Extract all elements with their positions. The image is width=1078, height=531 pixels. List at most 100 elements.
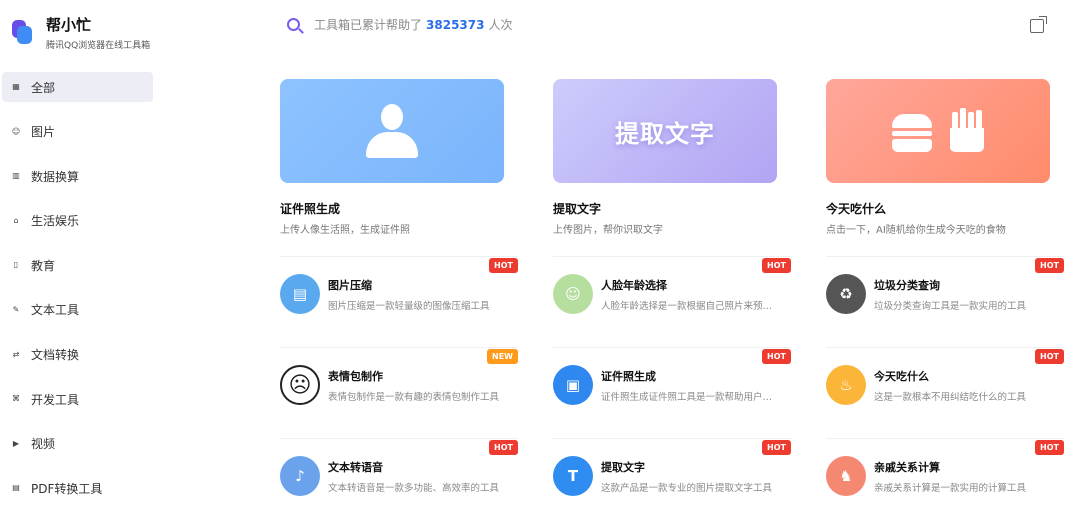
tool-card[interactable]: ♨ 今天吃什么这是一款根本不用纠结吃什么的工具 HOT (826, 347, 1064, 425)
face-age-icon: ☺ (553, 274, 593, 314)
featured-card-what-to-eat[interactable]: 今天吃什么 点击一下，AI随机给你生成今天吃的食物 (826, 79, 1064, 249)
card-title: 今天吃什么 (826, 202, 887, 216)
tool-title: 图片压缩 (328, 279, 372, 292)
badge: HOT (1035, 258, 1064, 273)
badge: HOT (762, 349, 791, 364)
card-desc: 上传人像生活照，生成证件照 (280, 225, 410, 236)
sidebar-nav: ▦ 全部 ☺ 图片 ▥ 数据换算 ⌂ 生活娱乐 ▯ 教育 ✎ 文本工具 ⇄ 文档转换 ⌘ 开发工具 ▶ 视频 ▤ PD… (2, 72, 153, 518)
sidebar-item-life[interactable]: ⌂ 生活娱乐 (2, 206, 153, 236)
person-icon (366, 102, 418, 160)
code-icon: ⌘ (12, 394, 20, 404)
badge: HOT (1035, 349, 1064, 364)
brand[interactable]: 帮小忙 腾讯QQ浏览器在线工具箱 (12, 14, 150, 51)
tool-title: 表情包制作 (328, 370, 383, 383)
tool-title: 今天吃什么 (874, 370, 929, 383)
education-icon: ▯ (13, 260, 19, 270)
tool-card[interactable]: ▤ 图片压缩图片压缩是一款轻量级的图像压缩工具 HOT (280, 256, 518, 334)
tool-title: 证件照生成 (601, 370, 656, 383)
fries-icon (950, 108, 984, 152)
text-icon: ✎ (12, 304, 20, 314)
featured-card-id-photo[interactable]: 证件照生成 上传人像生活照，生成证件照 (280, 79, 518, 249)
tool-card[interactable]: ☹ 表情包制作表情包制作是一款有趣的表情包制作工具 NEW (280, 347, 518, 425)
top-bar: 工具箱已累计帮助了 3825373 人次 (160, 0, 1078, 52)
sidebar-item-chart[interactable]: ▥ 数据换算 (2, 161, 153, 191)
sidebar-item-label: 数据换算 (31, 169, 80, 184)
sidebar-item-image[interactable]: ☺ 图片 (2, 117, 153, 147)
sidebar-item-education[interactable]: ▯ 教育 (2, 250, 153, 280)
sidebar-item-text[interactable]: ✎ 文本工具 (2, 295, 153, 325)
tool-desc: 表情包制作是一款有趣的表情包制作工具 (328, 392, 500, 403)
tool-grid: 证件照生成 上传人像生活照，生成证件照 提取文字 提取文字 上传图片，帮你识取文… (160, 52, 1078, 531)
card-desc: 点击一下，AI随机给你生成今天吃的食物 (826, 225, 1006, 236)
tool-card[interactable]: ♪ 文本转语音文本转语音是一款多功能、高效率的工具 HOT (280, 438, 518, 516)
id-photo-banner (280, 79, 504, 183)
sidebar: 帮小忙 腾讯QQ浏览器在线工具箱 ▦ 全部 ☺ 图片 ▥ 数据换算 ⌂ 生活娱乐 ▯ 教育 ✎ 文本工… (0, 0, 160, 531)
relatives-icon: ♞ (826, 456, 866, 496)
sidebar-item-label: 教育 (31, 258, 56, 273)
share-icon[interactable] (1030, 16, 1047, 33)
tool-title: 亲戚关系计算 (874, 461, 940, 474)
app-subtitle: 腾讯QQ浏览器在线工具箱 (46, 41, 151, 51)
tool-desc: 垃圾分类查询工具是一款实用的工具 (874, 301, 1027, 312)
life-icon: ⌂ (13, 215, 19, 225)
featured-card-extract-text[interactable]: 提取文字 提取文字 上传图片，帮你识取文字 (553, 79, 791, 249)
tool-desc: 人脸年龄选择是一款根据自己照片来预测年龄的工具 (601, 301, 776, 312)
emoji-face-icon: ☹ (280, 365, 320, 405)
tool-desc: 证件照生成证件照工具是一款帮助用户生成证件照的工具 (601, 392, 776, 403)
tool-card[interactable]: ▣ 证件照生成证件照生成证件照工具是一款帮助用户生成证件照的工具 HOT (553, 347, 791, 425)
sidebar-item-label: PDF转换工具 (31, 481, 103, 496)
badge: HOT (489, 258, 518, 273)
badge: HOT (762, 258, 791, 273)
search-bar[interactable]: 工具箱已累计帮助了 3825373 人次 (287, 16, 512, 33)
extract-text-banner: 提取文字 (553, 79, 777, 183)
sidebar-item-video[interactable]: ▶ 视频 (2, 429, 153, 459)
sidebar-item-grid[interactable]: ▦ 全部 (2, 72, 153, 102)
food-icon: ♨ (826, 365, 866, 405)
grid-icon: ▦ (12, 82, 20, 91)
sidebar-item-label: 文档转换 (31, 348, 80, 363)
tool-desc: 文本转语音是一款多功能、高效率的工具 (328, 483, 500, 494)
extract-text-icon: T (553, 456, 593, 496)
badge: NEW (487, 349, 518, 364)
tool-desc: 亲戚关系计算是一款实用的计算工具 (874, 483, 1027, 494)
search-icon[interactable] (287, 18, 300, 31)
app-title: 帮小忙 (46, 16, 92, 34)
image-compress-icon: ▤ (280, 274, 320, 314)
tool-title: 提取文字 (601, 461, 645, 474)
card-desc: 上传图片，帮你识取文字 (553, 225, 663, 236)
chart-icon: ▥ (12, 171, 20, 181)
burger-icon (892, 114, 932, 152)
usage-suffix: 人次 (488, 18, 513, 32)
image-icon: ☺ (11, 126, 21, 136)
tool-title: 人脸年龄选择 (601, 279, 667, 292)
sidebar-item-code[interactable]: ⌘ 开发工具 (2, 384, 153, 414)
banner-text: 提取文字 (615, 119, 715, 148)
trash-bin-icon: ♻ (826, 274, 866, 314)
sidebar-item-label: 开发工具 (31, 392, 80, 407)
usage-prefix: 工具箱已累计帮助了 (314, 18, 423, 32)
usage-count: 3825373 (426, 17, 485, 32)
tool-card[interactable]: T 提取文字这款产品是一款专业的图片提取文字工具 HOT (553, 438, 791, 516)
food-banner (826, 79, 1050, 183)
pdf-icon: ▤ (12, 483, 20, 493)
text-to-speech-icon: ♪ (280, 456, 320, 496)
sidebar-item-label: 全部 (31, 80, 56, 95)
tool-card[interactable]: ☺ 人脸年龄选择人脸年龄选择是一款根据自己照片来预测年龄的工具 HOT (553, 256, 791, 334)
tool-desc: 图片压缩是一款轻量级的图像压缩工具 (328, 301, 490, 312)
sidebar-item-label: 视频 (31, 437, 56, 452)
badge: HOT (489, 440, 518, 455)
sidebar-item-document[interactable]: ⇄ 文档转换 (2, 340, 153, 370)
tool-card[interactable]: ♻ 垃圾分类查询 垃圾分类查询工具是一款实用的工具 HOT (826, 256, 1064, 334)
sidebar-item-pdf[interactable]: ▤ PDF转换工具 (2, 473, 153, 503)
sidebar-item-label: 生活娱乐 (31, 214, 80, 229)
id-photo-icon: ▣ (553, 365, 593, 405)
badge: HOT (762, 440, 791, 455)
tool-card[interactable]: ♞ 亲戚关系计算 亲戚关系计算是一款实用的计算工具 HOT (826, 438, 1064, 516)
video-icon: ▶ (12, 438, 20, 448)
tool-title: 文本转语音 (328, 461, 383, 474)
app-logo-icon (12, 20, 34, 44)
sidebar-item-label: 图片 (31, 125, 56, 140)
sidebar-item-label: 文本工具 (31, 303, 80, 318)
tool-desc: 这是一款根本不用纠结吃什么的工具 (874, 392, 1027, 403)
tool-desc: 这款产品是一款专业的图片提取文字工具 (601, 483, 773, 494)
